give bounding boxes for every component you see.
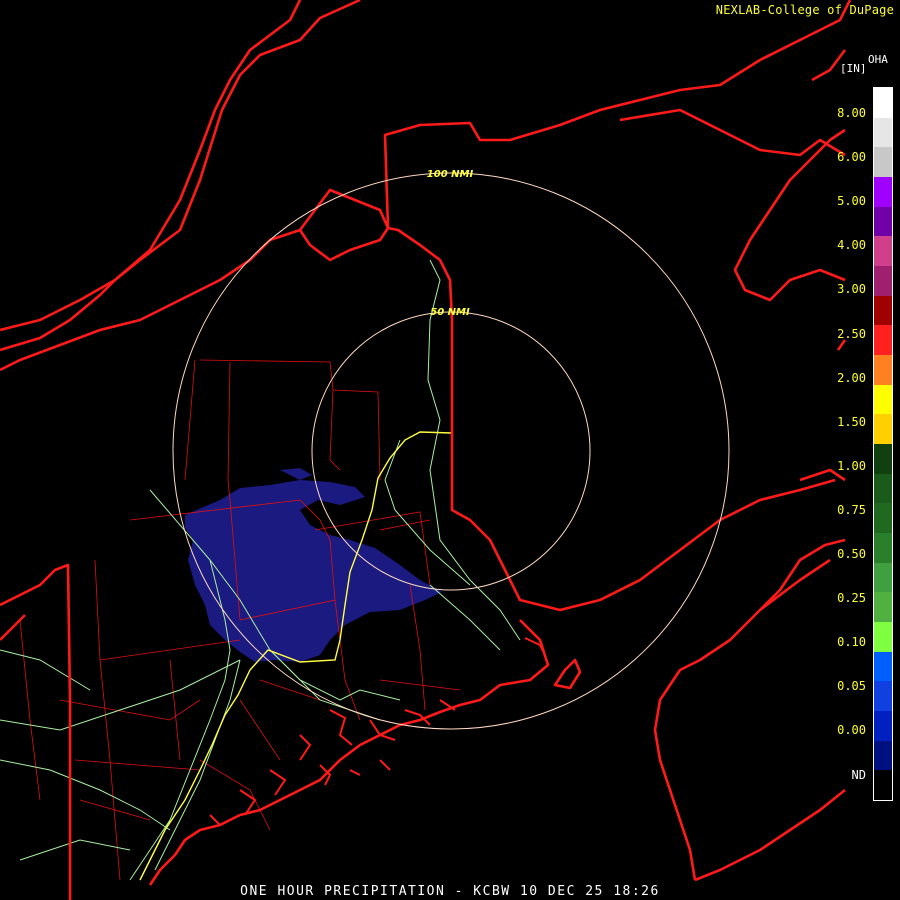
scale-swatch — [874, 266, 892, 297]
scale-label: 0.50 — [837, 547, 866, 561]
scale-label: 8.00 — [837, 106, 866, 120]
scale-swatch — [874, 355, 892, 386]
product-title: ONE HOUR PRECIPITATION - KCBW 10 DEC 25 … — [240, 884, 660, 899]
scale-swatch — [874, 711, 892, 742]
scale-label: 1.00 — [837, 458, 866, 473]
scale-label: 3.00 — [837, 282, 866, 297]
scale-swatch — [874, 503, 892, 534]
scale-swatch — [874, 651, 892, 682]
scale-label: 0.25 — [837, 591, 866, 606]
scale-swatch — [874, 592, 892, 623]
scale-label: 2.00 — [837, 370, 866, 385]
scale-swatch — [874, 147, 892, 178]
scale-swatch — [874, 533, 892, 564]
scale-label: 0.10 — [837, 635, 866, 650]
scale-label: ND — [851, 767, 866, 782]
scale-label: 0.75 — [837, 502, 866, 517]
scale-swatch — [874, 473, 892, 504]
scale-swatch — [874, 88, 892, 119]
scale-label: 0.00 — [837, 723, 866, 738]
scale-swatch — [874, 444, 892, 475]
scale-swatch — [874, 681, 892, 712]
scale-swatch — [874, 236, 892, 267]
color-scale-bar — [873, 87, 893, 801]
scale-swatch — [874, 325, 892, 356]
scale-swatch — [874, 117, 892, 148]
scale-swatch — [874, 740, 892, 771]
scale-label: 0.05 — [837, 679, 866, 694]
radar-map: 100 NMI 50 NMI — [0, 0, 900, 900]
scale-swatch — [874, 384, 892, 415]
scale-label: 2.50 — [837, 326, 866, 341]
scale-label: 4.00 — [837, 238, 866, 253]
range-label-50: 50 NMI — [430, 307, 470, 318]
scale-swatch — [874, 414, 892, 445]
legend-product: OHA — [868, 53, 888, 66]
legend-unit: [IN] — [840, 62, 867, 75]
scale-label: 1.50 — [837, 414, 866, 429]
credit-label: NEXLAB-College of DuPage — [715, 3, 894, 17]
scale-label: 6.00 — [837, 150, 866, 165]
scale-swatch — [874, 622, 892, 653]
scale-label: 5.00 — [837, 194, 866, 209]
scale-swatch — [874, 295, 892, 326]
range-label-100: 100 NMI — [427, 169, 474, 180]
scale-swatch — [874, 562, 892, 593]
scale-swatch — [874, 177, 892, 208]
scale-swatch — [874, 206, 892, 237]
scale-swatch — [874, 770, 892, 801]
